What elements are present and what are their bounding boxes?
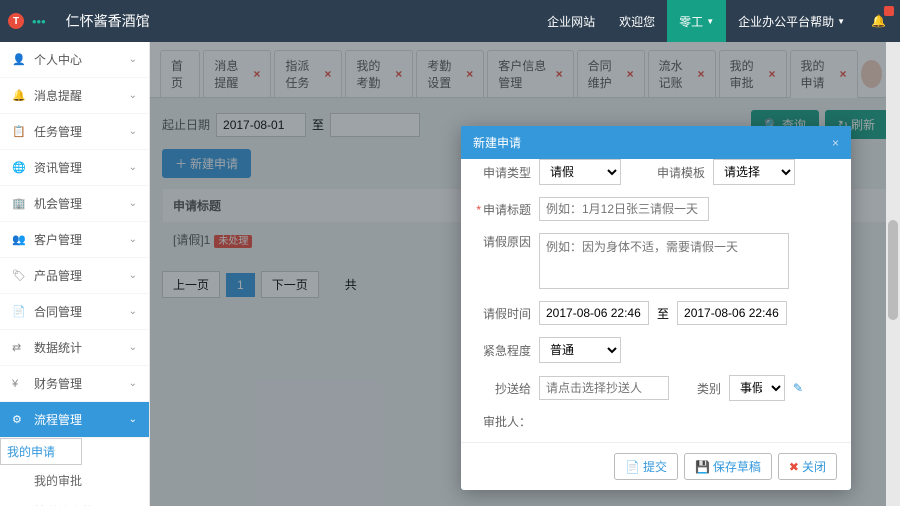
reason-label: 请假原因 [475, 233, 531, 250]
chevron-down-icon: ⌄ [129, 378, 137, 389]
cc-label: 抄送给 [475, 380, 531, 397]
top-link-site[interactable]: 企业网站 [535, 0, 607, 42]
urgency-select[interactable]: 普通 [539, 337, 621, 363]
reason-textarea[interactable] [539, 233, 789, 289]
save-draft-button[interactable]: 💾保存草稿 [684, 453, 772, 480]
template-select[interactable]: 请选择 [713, 159, 795, 185]
globe-icon: 🌐 [12, 161, 26, 174]
sidebar-item[interactable]: 🌐资讯管理⌄ [0, 150, 149, 186]
sidebar-item[interactable]: 🏢机会管理⌄ [0, 186, 149, 222]
chevron-down-icon: ⌄ [129, 342, 137, 353]
sidebar-item[interactable]: 🏷产品管理⌄ [0, 258, 149, 294]
bell-icon: 🔔 [12, 89, 26, 102]
sidebar-item[interactable]: 📋任务管理⌄ [0, 114, 149, 150]
chevron-down-icon: ⌄ [129, 90, 137, 101]
time-start-input[interactable] [539, 301, 649, 325]
top-bar: T ••• 仁怀酱香酒馆 企业网站 欢迎您 零工▼ 企业办公平台帮助▼ 🔔 [0, 0, 900, 42]
modal-new-apply: 新建申请 × 申请类型 请假 申请模板 请选择 *申请标题 请假原因 [461, 126, 851, 490]
sidebar-item[interactable]: 👥客户管理⌄ [0, 222, 149, 258]
close-button[interactable]: ✖关闭 [778, 453, 837, 480]
brand-title: 仁怀酱香酒馆 [66, 11, 535, 31]
logo-text: ••• [32, 14, 46, 29]
chevron-down-icon: ⌄ [129, 414, 137, 425]
caret-down-icon: ▼ [837, 17, 845, 26]
top-links: 企业网站 欢迎您 零工▼ 企业办公平台帮助▼ 🔔 [535, 0, 900, 42]
list-icon: 📋 [12, 125, 26, 138]
chevron-down-icon: ⌄ [129, 162, 137, 173]
modal-footer: 📄提交 💾保存草稿 ✖关闭 [461, 442, 851, 490]
sidebar-sub-my-approve[interactable]: 我的审批 [0, 465, 149, 496]
chevron-down-icon: ⌄ [129, 234, 137, 245]
caret-down-icon: ▼ [706, 17, 714, 26]
modal-close-icon[interactable]: × [832, 136, 839, 150]
sidebar-item[interactable]: 👤个人中心⌄ [0, 42, 149, 78]
time-label: 请假时间 [475, 305, 531, 322]
chevron-down-icon: ⌄ [129, 270, 137, 281]
template-label: 申请模板 [657, 164, 705, 181]
category-select[interactable]: 事假 [729, 375, 785, 401]
shuffle-icon: ⇄ [12, 341, 26, 354]
type-label: 申请类型 [475, 164, 531, 181]
time-end-input[interactable] [677, 301, 787, 325]
sidebar-item[interactable]: 📄合同管理⌄ [0, 294, 149, 330]
sidebar-item[interactable]: 🔔消息提醒⌄ [0, 78, 149, 114]
chevron-down-icon: ⌄ [129, 126, 137, 137]
yen-icon: ¥ [12, 378, 26, 390]
modal-title: 新建申请 [473, 134, 521, 151]
urgency-label: 紧急程度 [475, 342, 531, 359]
file-icon: 📄 [12, 305, 26, 318]
chevron-down-icon: ⌄ [129, 54, 137, 65]
cc-input[interactable] [539, 376, 669, 400]
time-to: 至 [657, 305, 669, 322]
category-label: 类别 [697, 380, 721, 397]
sidebar-item[interactable]: ⇄数据统计⌄ [0, 330, 149, 366]
sidebar-sub-my-apply[interactable]: 我的申请 [0, 438, 82, 465]
approver-label: 审批人： [475, 413, 531, 430]
sidebar-item[interactable]: ¥财务管理⌄ [0, 366, 149, 402]
tag-icon: 🏷 [12, 269, 26, 282]
type-select[interactable]: 请假 [539, 159, 621, 185]
building-icon: 🏢 [12, 197, 26, 210]
submit-button[interactable]: 📄提交 [614, 453, 678, 480]
top-link-role[interactable]: 零工▼ [667, 0, 726, 42]
sidebar: 👤个人中心⌄ 🔔消息提醒⌄ 📋任务管理⌄ 🌐资讯管理⌄ 🏢机会管理⌄ 👥客户管理… [0, 42, 150, 506]
main-content: 首页 消息提醒× 指派任务× 我的考勤× 考勤设置× 客户信息管理× 合同维护×… [150, 42, 900, 506]
title-label: *申请标题 [475, 201, 531, 218]
sidebar-item-process[interactable]: ⚙流程管理⌄ [0, 402, 149, 438]
modal-header: 新建申请 × [461, 126, 851, 159]
logo-icon: T [8, 13, 24, 29]
top-link-welcome[interactable]: 欢迎您 [607, 0, 667, 42]
title-input[interactable] [539, 197, 709, 221]
top-link-help[interactable]: 企业办公平台帮助▼ [726, 0, 857, 42]
chevron-down-icon: ⌄ [129, 306, 137, 317]
chevron-down-icon: ⌄ [129, 198, 137, 209]
notification-icon[interactable]: 🔔 [857, 0, 900, 42]
sidebar-sub-cc[interactable]: 抄送给我的 [0, 496, 149, 506]
notification-badge [884, 6, 894, 16]
edit-icon[interactable]: ✎ [793, 381, 803, 395]
scrollbar-thumb[interactable] [888, 220, 898, 320]
users-icon: 👥 [12, 233, 26, 246]
user-icon: 👤 [12, 53, 26, 66]
gear-icon: ⚙ [12, 413, 26, 426]
